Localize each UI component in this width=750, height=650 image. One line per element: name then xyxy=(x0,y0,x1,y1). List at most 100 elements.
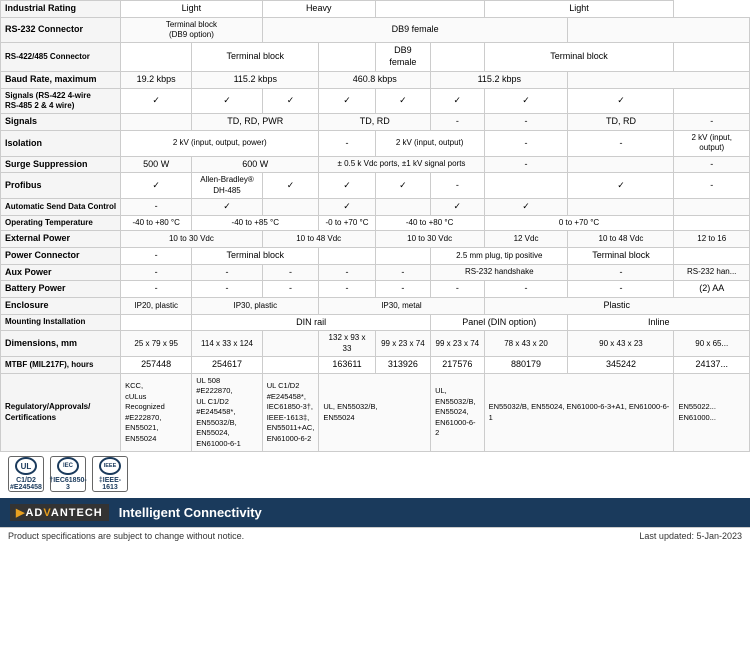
cell: -40 to +80 °C xyxy=(121,215,192,230)
logo-accent: ▶ xyxy=(16,507,25,519)
cell: KCC,cULus Recognized#E222870,EN55021,EN5… xyxy=(121,373,192,452)
table-row: MTBF (MIL217F), hours 257448 254617 1636… xyxy=(1,357,750,374)
cell xyxy=(674,43,750,71)
cell xyxy=(568,71,750,88)
table-row: Isolation 2 kV (input, output, power) - … xyxy=(1,131,750,157)
cell: ✓ xyxy=(319,88,375,114)
cell: 132 x 93 x 33 xyxy=(319,331,375,357)
cell: 19.2 kbps xyxy=(121,71,192,88)
cell xyxy=(674,248,750,265)
row-label: Signals (RS-422 4-wireRS-485 2 & 4 wire) xyxy=(1,88,121,114)
cell xyxy=(375,1,484,18)
cell: - xyxy=(674,156,750,173)
cell xyxy=(375,199,430,216)
cell: ✓ xyxy=(568,173,674,199)
cell: - xyxy=(568,131,674,157)
row-label: Automatic Send Data Control xyxy=(1,199,121,216)
cell: EN55032/B, EN55024, EN61000-6-3+A1, EN61… xyxy=(484,373,674,452)
cell: - xyxy=(319,281,375,298)
cell xyxy=(568,199,674,216)
cell: - xyxy=(484,281,568,298)
row-label: RS-232 Connector xyxy=(1,17,121,43)
cell: UL, EN55032/B,EN55024 xyxy=(319,373,431,452)
cert-badge-ul: UL C1/D2 #E245458 xyxy=(8,456,44,492)
cell: - xyxy=(484,131,568,157)
cell: 880179 xyxy=(484,357,568,374)
row-label: Battery Power xyxy=(1,281,121,298)
table-row: Dimensions, mm 25 x 79 x 95 114 x 33 x 1… xyxy=(1,331,750,357)
cell xyxy=(674,88,750,114)
cell: 90 x 65... xyxy=(674,331,750,357)
table-row: Regulatory/Approvals/Certifications KCC,… xyxy=(1,373,750,452)
cell: Terminal block xyxy=(484,43,674,71)
cell: 25 x 79 x 95 xyxy=(121,331,192,357)
table-row: RS-232 Connector Terminal block(DB9 opti… xyxy=(1,17,750,43)
cell: TD, RD xyxy=(568,114,674,131)
cell: - xyxy=(121,248,192,265)
cell: - xyxy=(431,281,484,298)
cell xyxy=(484,173,568,199)
cell: 90 x 43 x 23 xyxy=(568,331,674,357)
cell: ✓ xyxy=(262,88,319,114)
cell xyxy=(568,17,750,43)
cell: 114 x 33 x 124 xyxy=(192,331,262,357)
cell xyxy=(262,331,319,357)
cell xyxy=(121,43,192,71)
cell: 460.8 kbps xyxy=(319,71,431,88)
cell: UL C1/D2#E245458*,IEC61850-3†,IEEE-1613‡… xyxy=(262,373,319,452)
cell: ✓ xyxy=(319,199,375,216)
cell xyxy=(674,199,750,216)
cert-label-4: ‡IEEE-1613 xyxy=(93,477,127,491)
row-label: Surge Suppression xyxy=(1,156,121,173)
cell: 600 W xyxy=(192,156,319,173)
table-row: Surge Suppression 500 W 600 W ± 0.5 k Vd… xyxy=(1,156,750,173)
cell: - xyxy=(192,281,262,298)
cert-label-3: †IEC61850-3 xyxy=(49,477,86,491)
cell: ✓ xyxy=(121,173,192,199)
cell: Terminal block xyxy=(192,248,319,265)
cell: ✓ xyxy=(319,173,375,199)
cell: Terminal block xyxy=(192,43,319,71)
cell: 0 to +70 °C xyxy=(484,215,674,230)
table-row: Power Connector - Terminal block 2.5 mm … xyxy=(1,248,750,265)
cell: ✓ xyxy=(375,88,430,114)
table-row: Mounting Installation DIN rail Panel (DI… xyxy=(1,314,750,331)
cell: Panel (DIN option) xyxy=(431,314,568,331)
cell: 10 to 30 Vdc xyxy=(375,231,484,248)
cell xyxy=(674,215,750,230)
cell: Light xyxy=(484,1,674,18)
cell: - xyxy=(375,281,430,298)
cell: ✓ xyxy=(431,88,484,114)
cell: 10 to 30 Vdc xyxy=(121,231,263,248)
cell: ✓ xyxy=(484,199,568,216)
cell: IP30, metal xyxy=(319,298,484,315)
page-wrapper: Industrial Rating Light Heavy Light RS-2… xyxy=(0,0,750,544)
cell: EN55022...EN61000... xyxy=(674,373,750,452)
cell: - xyxy=(375,264,430,281)
table-row: Battery Power - - - - - - - - (2) AA xyxy=(1,281,750,298)
table-row: RS-422/485 Connector Terminal block DB9 … xyxy=(1,43,750,71)
cell: - xyxy=(484,156,568,173)
cell: 345242 xyxy=(568,357,674,374)
cell xyxy=(375,248,430,265)
cell xyxy=(319,43,375,71)
cell: - xyxy=(192,264,262,281)
cell: ✓ xyxy=(375,173,430,199)
cell: 500 W xyxy=(121,156,192,173)
cell: RS-232 han... xyxy=(674,264,750,281)
row-label: Signals xyxy=(1,114,121,131)
row-label: Industrial Rating xyxy=(1,1,121,18)
cell: ✓ xyxy=(484,88,568,114)
cell: - xyxy=(568,281,674,298)
cell: 2 kV (input, output) xyxy=(375,131,484,157)
cell: 10 to 48 Vdc xyxy=(262,231,375,248)
cell: 115.2 kbps xyxy=(431,71,568,88)
cell: 12 to 16 xyxy=(674,231,750,248)
cell: -40 to +85 °C xyxy=(192,215,319,230)
table-container: Industrial Rating Light Heavy Light RS-2… xyxy=(0,0,750,452)
cell: -0 to +70 °C xyxy=(319,215,375,230)
cell: Terminal block xyxy=(568,248,674,265)
cell: ✓ xyxy=(431,199,484,216)
row-label: Power Connector xyxy=(1,248,121,265)
cell xyxy=(121,314,192,331)
